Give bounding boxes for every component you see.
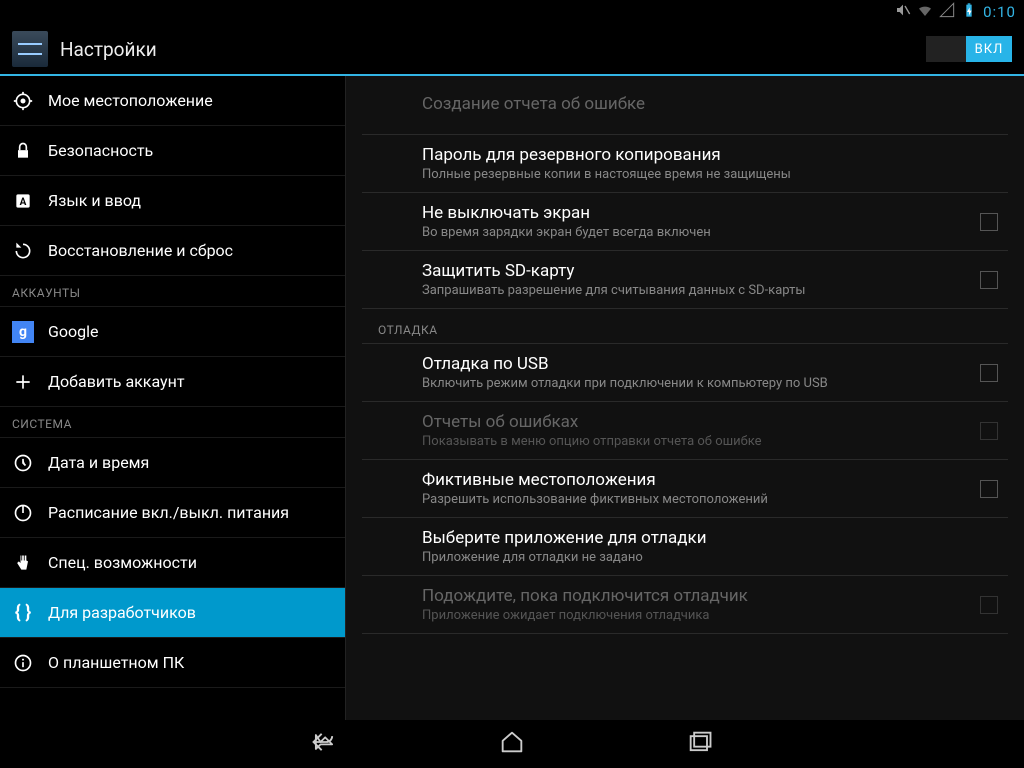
pref-title: Отчеты об ошибках [422,412,992,432]
checkbox[interactable] [980,596,998,614]
sidebar-item-about-tablet[interactable]: О планшетном ПК [0,638,345,688]
sidebar-item-label: Расписание вкл./выкл. питания [48,503,289,522]
pref-bug-report[interactable]: Создание отчета об ошибке [362,76,1008,135]
pref-subtitle: Запрашивать разрешение для считывания да… [422,283,992,298]
pref-subtitle: Приложение для отладки не задано [422,550,992,565]
sidebar-section-accounts: АККАУНТЫ [0,276,345,307]
pref-subtitle: Показывать в меню опцию отправки отчета … [422,434,992,449]
sidebar-item-add-account[interactable]: Добавить аккаунт [0,357,345,407]
language-icon: A [12,190,34,212]
pref-protect-sd[interactable]: Защитить SD-карту Запрашивать разрешение… [362,251,1008,309]
pref-title: Защитить SD-карту [422,261,992,281]
sidebar-item-label: Для разработчиков [48,603,196,622]
pref-wait-for-debugger[interactable]: Подождите, пока подключится отладчик При… [362,576,1008,634]
status-clock: 0:10 [983,3,1016,21]
pref-stay-awake[interactable]: Не выключать экран Во время зарядки экра… [362,193,1008,251]
pref-usb-debugging[interactable]: Отладка по USB Включить режим отладки пр… [362,344,1008,402]
info-icon [12,652,34,674]
checkbox[interactable] [980,271,998,289]
pref-subtitle: Во время зарядки экран будет всегда вклю… [422,225,992,240]
pref-bug-report-shortcut[interactable]: Отчеты об ошибках Показывать в меню опци… [362,402,1008,460]
braces-icon: { } [12,602,34,624]
clock-icon [12,452,34,474]
status-bar: 0:10 [0,0,1024,24]
sidebar-item-label: Безопасность [48,141,153,160]
pref-title: Выберите приложение для отладки [422,528,992,548]
pref-subtitle: Включить режим отладки при подключении к… [422,376,992,391]
battery-charging-icon [961,2,977,22]
sidebar-item-date-time[interactable]: Дата и время [0,438,345,488]
sidebar-item-label: О планшетном ПК [48,653,184,672]
sidebar-item-security[interactable]: Безопасность [0,126,345,176]
pref-mock-locations[interactable]: Фиктивные местоположения Разрешить испол… [362,460,1008,518]
wifi-icon [917,2,933,22]
developer-options-toggle[interactable]: ВКЛ [926,36,1012,62]
restore-icon [12,240,34,262]
toggle-on-label: ВКЛ [966,36,1012,62]
title-bar: Настройки ВКЛ [0,24,1024,76]
sidebar-item-location[interactable]: Мое местоположение [0,76,345,126]
sidebar-item-label: Добавить аккаунт [48,372,185,391]
pref-subtitle: Полные резервные копии в настоящее время… [422,167,992,182]
checkbox[interactable] [980,422,998,440]
mute-icon [895,2,911,22]
sidebar-item-accessibility[interactable]: Спец. возможности [0,538,345,588]
sidebar-item-label: Google [48,322,99,341]
cell-signal-icon [939,2,955,22]
settings-app-icon [12,31,48,67]
lock-icon [12,140,34,162]
sidebar-section-system: СИСТЕМА [0,407,345,438]
power-schedule-icon [12,502,34,524]
sidebar-item-power-schedule[interactable]: Расписание вкл./выкл. питания [0,488,345,538]
nav-home-button[interactable] [478,722,546,766]
sidebar-item-language[interactable]: A Язык и ввод [0,176,345,226]
plus-icon [12,371,34,393]
hand-icon [12,552,34,574]
checkbox[interactable] [980,480,998,498]
sidebar-item-developer-options[interactable]: { } Для разработчиков [0,588,345,638]
sidebar-item-label: Дата и время [48,453,149,472]
pref-title: Пароль для резервного копирования [422,145,992,165]
sidebar-item-label: Язык и ввод [48,191,141,210]
pref-title: Подождите, пока подключится отладчик [422,586,992,606]
svg-text:A: A [20,197,27,208]
sidebar-item-label: Спец. возможности [48,553,197,572]
sidebar-item-backup-reset[interactable]: Восстановление и сброс [0,226,345,276]
nav-back-button[interactable] [290,722,358,766]
checkbox[interactable] [980,364,998,382]
nav-recents-button[interactable] [666,722,734,766]
sidebar-item-google[interactable]: g Google [0,307,345,357]
pref-select-debug-app[interactable]: Выберите приложение для отладки Приложен… [362,518,1008,576]
sidebar-item-label: Мое местоположение [48,91,213,110]
pref-subtitle: Приложение ожидает подключения отладчика [422,608,992,623]
system-nav-bar [0,720,1024,768]
pref-title: Не выключать экран [422,203,992,223]
section-debugging: ОТЛАДКА [362,309,1008,344]
pref-subtitle: Разрешить использование фиктивных местоп… [422,492,992,507]
settings-sidebar: Мое местоположение Безопасность A Язык и… [0,76,346,720]
checkbox[interactable] [980,213,998,231]
target-icon [12,90,34,112]
google-icon: g [12,321,34,343]
pref-title: Отладка по USB [422,354,992,374]
developer-options-pane: Создание отчета об ошибке Пароль для рез… [346,76,1024,720]
page-title: Настройки [60,38,926,61]
pref-title: Создание отчета об ошибке [422,94,992,114]
pref-backup-password[interactable]: Пароль для резервного копирования Полные… [362,135,1008,193]
sidebar-item-label: Восстановление и сброс [48,241,233,260]
pref-title: Фиктивные местоположения [422,470,992,490]
